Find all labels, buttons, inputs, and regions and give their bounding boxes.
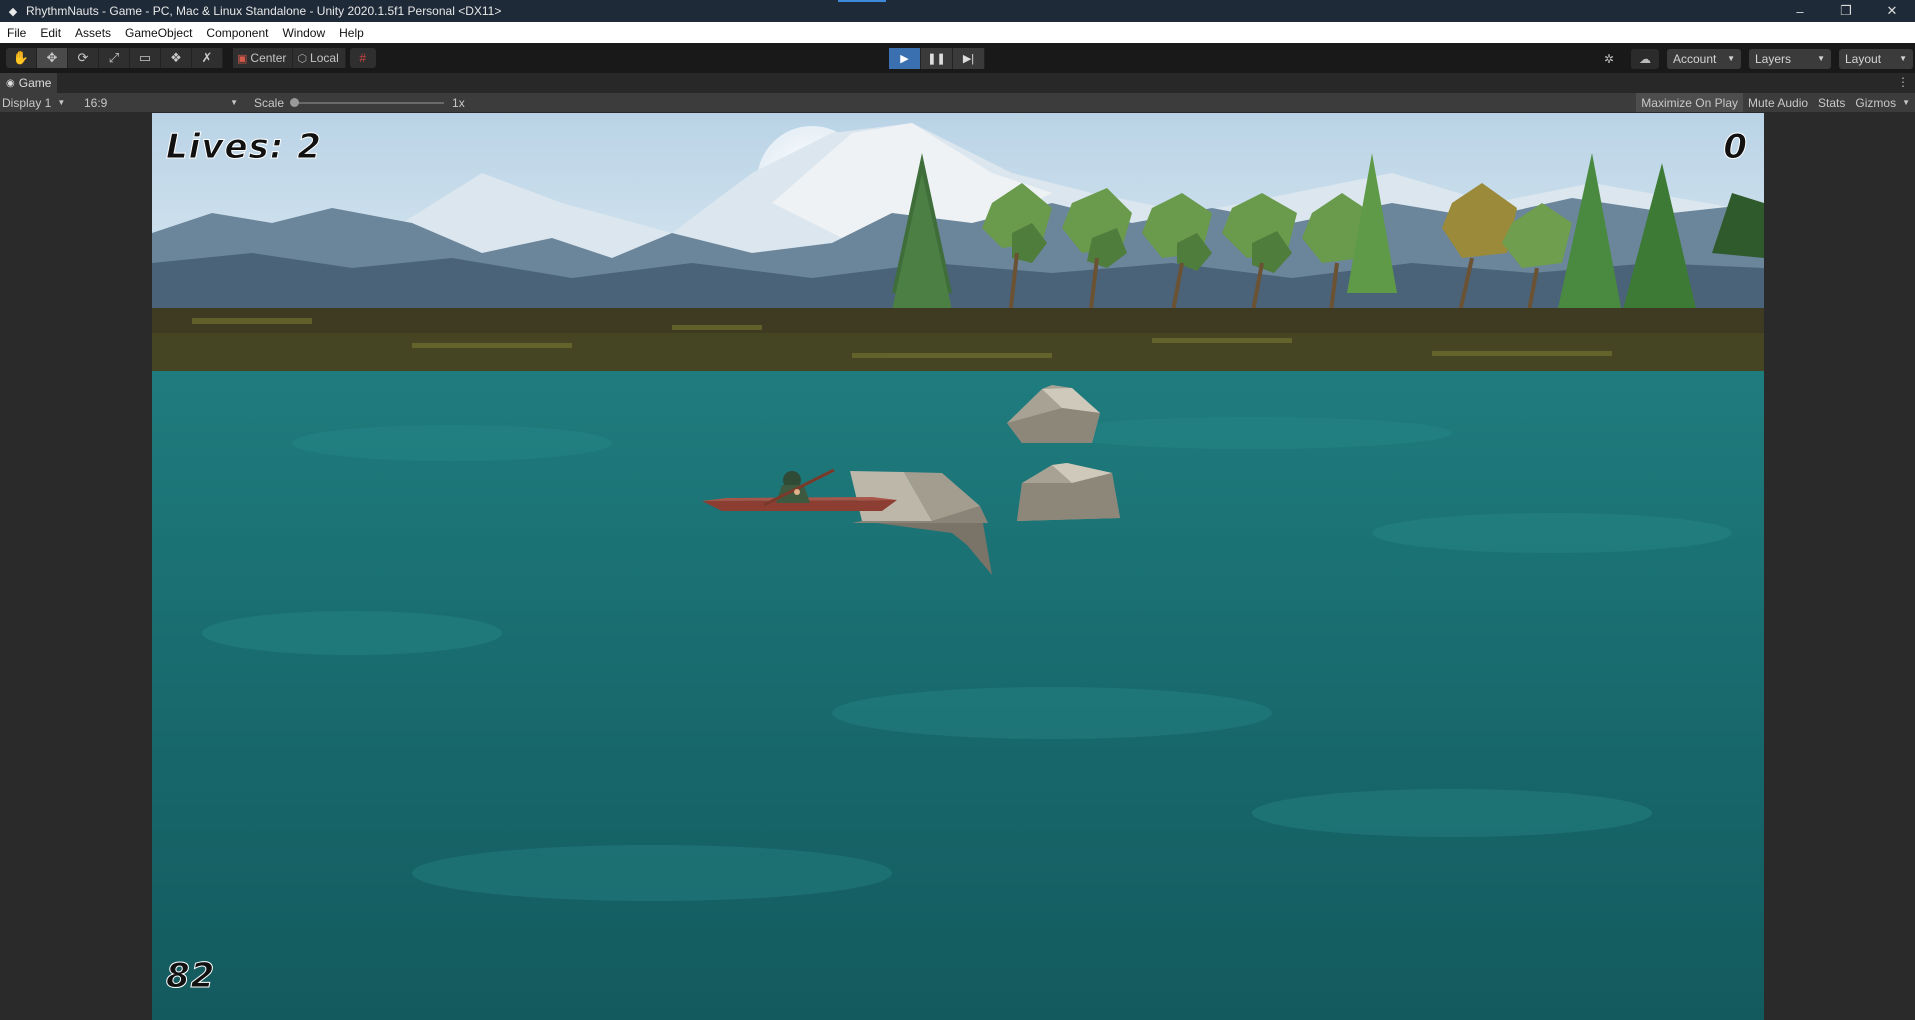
unity-icon: ◆ bbox=[8, 5, 18, 18]
menu-help[interactable]: Help bbox=[332, 26, 371, 40]
window-titlebar: ◆ RhythmNauts - Game - PC, Mac & Linux S… bbox=[0, 0, 1915, 22]
pivot-group: ▣ Center ⬡ Local bbox=[233, 48, 346, 68]
pivot-local-button[interactable]: ⬡ Local bbox=[293, 48, 346, 68]
scale-control: Scale 1x bbox=[254, 96, 465, 110]
main-toolbar: ✋ ✥ ⟳ ⤢ ▭ ❖ ✗ ▣ Center ⬡ Local # ▶ ❚❚ ▶|… bbox=[0, 43, 1915, 73]
close-button[interactable]: ✕ bbox=[1869, 0, 1915, 22]
space-label: Local bbox=[310, 51, 339, 65]
minimize-button[interactable]: – bbox=[1777, 0, 1823, 22]
tab-game[interactable]: ◉ Game bbox=[0, 73, 58, 93]
game-view-controls: Display 1 ▼ 16:9 ▼ Scale 1x Maximize On … bbox=[0, 93, 1915, 112]
display-dropdown[interactable]: Display 1 ▼ bbox=[0, 96, 78, 110]
collab-icon[interactable]: ✲ bbox=[1595, 49, 1623, 69]
game-scene bbox=[152, 113, 1764, 1020]
menu-gameobject[interactable]: GameObject bbox=[118, 26, 199, 40]
layers-dropdown[interactable]: Layers ▼ bbox=[1749, 48, 1831, 69]
pivot-center-button[interactable]: ▣ Center bbox=[233, 48, 294, 68]
chevron-down-icon: ▼ bbox=[1817, 54, 1825, 63]
menu-assets[interactable]: Assets bbox=[68, 26, 118, 40]
lives-counter: Lives: 2 bbox=[166, 127, 322, 168]
rotate-tool-icon[interactable]: ⟳ bbox=[68, 48, 99, 68]
transform-tool-icon[interactable]: ❖ bbox=[161, 48, 192, 68]
game-view-toggles: Maximize On Play Mute Audio Stats Gizmos… bbox=[1636, 93, 1915, 112]
play-icon[interactable]: ▶ bbox=[889, 48, 921, 69]
chevron-down-icon: ▼ bbox=[1899, 54, 1907, 63]
menu-file[interactable]: File bbox=[0, 26, 33, 40]
account-dropdown[interactable]: Account ▼ bbox=[1667, 48, 1741, 69]
gamepad-icon: ◉ bbox=[6, 77, 15, 89]
aspect-label: 16:9 bbox=[84, 95, 108, 110]
hand-tool-icon[interactable]: ✋ bbox=[6, 48, 37, 68]
window-title: RhythmNauts - Game - PC, Mac & Linux Sta… bbox=[26, 4, 502, 18]
chevron-down-icon: ▼ bbox=[1727, 54, 1735, 63]
scale-slider[interactable] bbox=[290, 97, 445, 107]
account-label: Account bbox=[1673, 51, 1717, 66]
gizmos-toggle[interactable]: Gizmos ▼ bbox=[1850, 93, 1915, 112]
scale-value: 1x bbox=[452, 95, 465, 110]
mute-audio-toggle[interactable]: Mute Audio bbox=[1743, 93, 1813, 112]
aspect-dropdown[interactable]: 16:9 ▼ bbox=[82, 96, 240, 110]
restore-button[interactable]: ❐ bbox=[1823, 0, 1869, 22]
move-tool-icon[interactable]: ✥ bbox=[37, 48, 68, 68]
menu-edit[interactable]: Edit bbox=[33, 26, 68, 40]
scale-slider-knob[interactable] bbox=[290, 97, 300, 107]
local-icon: ⬡ bbox=[297, 52, 308, 65]
rect-tool-icon[interactable]: ▭ bbox=[130, 48, 161, 68]
grid-snap-icon[interactable]: # bbox=[349, 48, 376, 68]
layout-label: Layout bbox=[1845, 51, 1882, 66]
beat-counter: 82 bbox=[165, 956, 216, 997]
tab-game-label: Game bbox=[18, 76, 52, 90]
stats-toggle[interactable]: Stats bbox=[1813, 93, 1850, 112]
scale-tool-icon[interactable]: ⤢ bbox=[99, 48, 130, 68]
score-display: 0 bbox=[1723, 127, 1748, 168]
titlebar-accent bbox=[838, 0, 886, 2]
play-controls: ▶ ❚❚ ▶| bbox=[889, 48, 985, 69]
right-toolbar: ✲ ☁ Account ▼ Layers ▼ Layout ▼ bbox=[1595, 48, 1915, 69]
chevron-down-icon: ▼ bbox=[230, 98, 238, 107]
layers-label: Layers bbox=[1755, 51, 1792, 66]
menu-window[interactable]: Window bbox=[275, 26, 332, 40]
chevron-down-icon: ▼ bbox=[1902, 98, 1910, 107]
kebab-menu-icon[interactable]: ⋮ bbox=[1897, 75, 1909, 89]
pivot-icon: ▣ bbox=[237, 52, 248, 65]
window-tabbar: ◉ Game ⋮ bbox=[0, 73, 1915, 93]
pivot-label: Center bbox=[250, 51, 287, 65]
menu-component[interactable]: Component bbox=[199, 26, 275, 40]
game-render-view[interactable]: Lives: 2 0 82 bbox=[152, 113, 1764, 1020]
maximize-on-play-toggle[interactable]: Maximize On Play bbox=[1636, 93, 1743, 112]
step-icon[interactable]: ▶| bbox=[953, 48, 985, 69]
cloud-icon[interactable]: ☁ bbox=[1631, 48, 1659, 69]
menu-bar: File Edit Assets GameObject Component Wi… bbox=[0, 22, 1915, 43]
display-label: Display 1 bbox=[2, 95, 52, 110]
chevron-down-icon: ▼ bbox=[57, 98, 66, 107]
custom-tool-icon[interactable]: ✗ bbox=[192, 48, 223, 68]
layout-dropdown[interactable]: Layout ▼ bbox=[1839, 48, 1913, 69]
transform-tools: ✋ ✥ ⟳ ⤢ ▭ ❖ ✗ bbox=[6, 48, 223, 68]
gizmos-label: Gizmos bbox=[1855, 95, 1897, 110]
scale-label: Scale bbox=[254, 95, 285, 110]
pause-icon[interactable]: ❚❚ bbox=[921, 48, 953, 69]
